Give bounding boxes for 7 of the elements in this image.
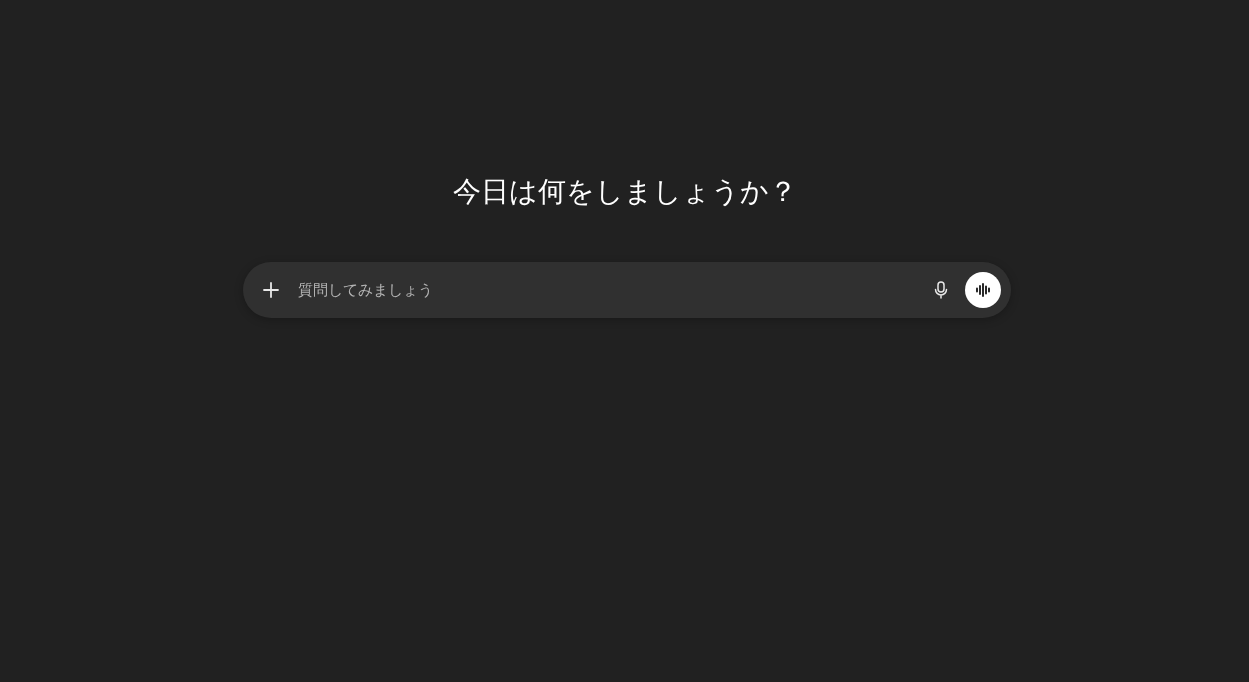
page-heading: 今日は何をしましょうか？ <box>452 174 797 210</box>
plus-icon <box>261 281 280 299</box>
microphone-icon <box>932 281 949 299</box>
prompt-input[interactable]: 質問してみましょう <box>295 280 927 300</box>
waveform-icon <box>974 283 991 297</box>
voice-mode-button[interactable] <box>964 272 1001 308</box>
prompt-field[interactable]: 質問してみましょう <box>242 262 1011 318</box>
